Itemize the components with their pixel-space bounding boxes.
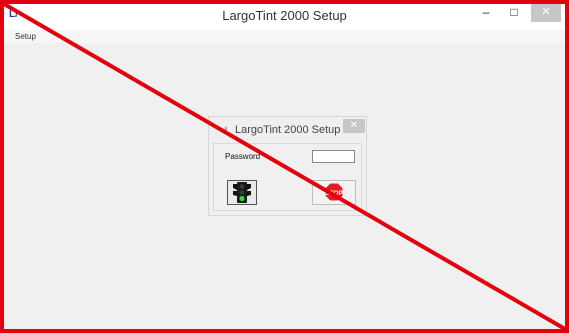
minimize-button[interactable]: –: [472, 2, 500, 22]
main-window: L/ LargoTint 2000 Setup – □ ✕ Setup ⚷ La…: [0, 0, 569, 333]
title-bar[interactable]: L/ LargoTint 2000 Setup – □ ✕: [0, 0, 569, 30]
stop-button[interactable]: STOP: [312, 180, 356, 205]
setup-dialog: ⚷ LargoTint 2000 Setup ✕ Password STOP: [208, 116, 367, 216]
password-input[interactable]: [312, 150, 355, 163]
maximize-button[interactable]: □: [500, 2, 528, 22]
go-button[interactable]: [227, 180, 257, 205]
stop-sign-icon: STOP: [324, 182, 344, 202]
password-label: Password: [225, 152, 261, 161]
close-button[interactable]: ✕: [531, 2, 561, 22]
lock-icon: ⚷: [222, 125, 229, 135]
dialog-close-button[interactable]: ✕: [343, 119, 365, 133]
menu-item-setup[interactable]: Setup: [15, 30, 36, 43]
traffic-light-icon: [233, 182, 251, 203]
menu-bar: Setup: [0, 30, 569, 43]
dialog-title: LargoTint 2000 Setup: [235, 124, 341, 136]
dialog-body: Password STOP: [213, 143, 362, 211]
stop-sign-text: STOP: [325, 190, 343, 197]
dialog-title-bar[interactable]: ⚷ LargoTint 2000 Setup ✕: [209, 117, 366, 141]
